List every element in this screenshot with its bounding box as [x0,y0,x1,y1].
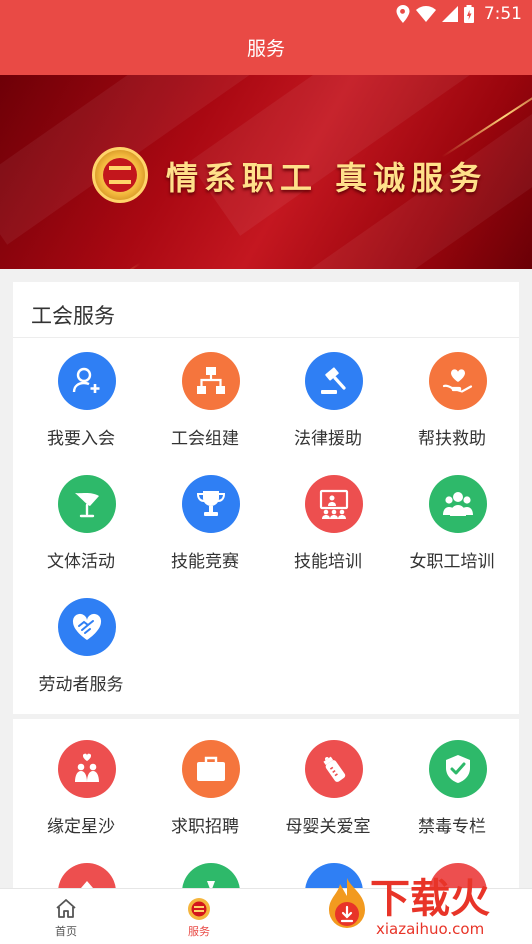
divider [13,337,519,338]
trophy-icon [182,475,240,533]
arrow-up-icon [58,863,116,889]
service-label: 工会组建 [171,429,239,448]
service-label: 禁毒专栏 [418,817,486,836]
watermark-logo: 下载火 xiazaihuo.com [318,862,532,944]
service-label: 技能竞赛 [171,552,239,571]
clock-time: 7:51 [483,4,522,24]
service-label: 帮扶救助 [418,429,486,448]
union-emblem-icon [188,898,210,920]
tab-services[interactable]: 服务 [159,889,239,944]
signal-icon [441,6,458,22]
gavel-icon [305,352,363,410]
tab-label: 服务 [188,926,210,938]
user-add-icon [58,352,116,410]
watermark-brand: 下载火 [370,876,490,922]
banner-slogan: 情系职工 真诚服务 [166,159,488,197]
union-services-card: 工会服务 我要入会 工会组建 法律援助 帮扶救助 文体活动 技能竞赛 技能培训 … [13,282,519,714]
heart-hand-icon [429,352,487,410]
section-title: 工会服务 [31,305,115,328]
tab-label: 首页 [55,926,77,938]
service-label: 缘定星沙 [47,817,115,836]
briefcase-icon [182,740,240,798]
service-label: 技能培训 [294,552,362,571]
battery-icon [463,5,474,23]
wifi-icon [415,6,436,22]
watermark-site: xiazaihuo.com [376,920,485,938]
flame-download-icon [329,878,365,928]
service-label: 母婴关爱室 [285,817,371,836]
banner-gold-line [39,262,141,269]
service-label: 求职招聘 [171,817,239,836]
shield-check-icon [429,740,487,798]
union-emblem-icon [92,147,148,203]
service-label: 文体活动 [47,552,115,571]
service-label: 女职工培训 [409,552,495,571]
shuttlecock-icon [58,475,116,533]
women-group-icon [429,475,487,533]
location-icon [396,5,410,23]
home-icon [56,899,76,918]
service-label: 法律援助 [294,429,362,448]
handshake-heart-icon [58,598,116,656]
classroom-icon [305,475,363,533]
service-label: 我要入会 [47,429,115,448]
status-bar: 7:51 [0,0,532,28]
tab-home[interactable]: 首页 [26,889,106,944]
couple-icon [58,740,116,798]
org-chart-icon [182,352,240,410]
page-title: 服务 [246,39,285,60]
app-bar: 服务 [0,28,532,75]
service-label: 劳动者服务 [38,675,124,694]
document-icon [182,863,240,889]
baby-bottle-icon [305,740,363,798]
banner[interactable]: 情系职工 真诚服务 [0,75,532,269]
